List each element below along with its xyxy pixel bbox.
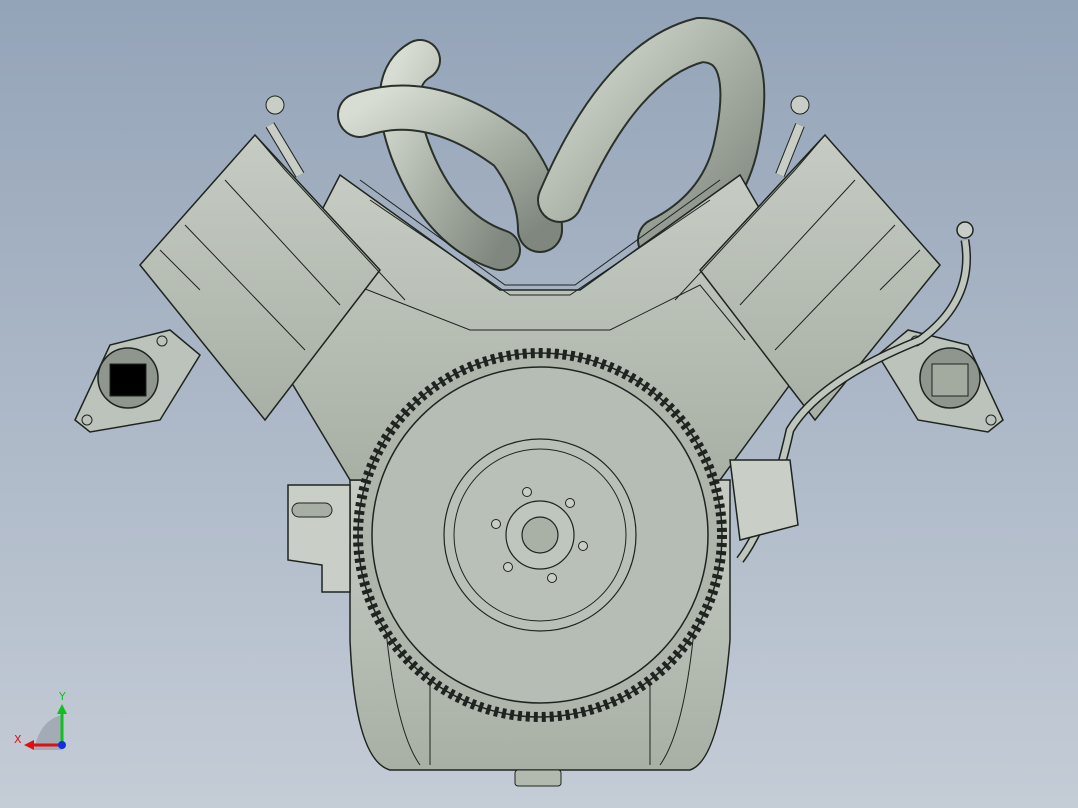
x-axis-head — [24, 740, 34, 750]
y-axis-label: Y — [58, 690, 66, 703]
x-axis-label: X — [14, 733, 22, 746]
y-axis-head — [57, 704, 67, 714]
drain-plug[interactable] — [514, 769, 562, 787]
flywheel[interactable] — [353, 348, 727, 722]
cad-viewport[interactable]: Y X — [0, 0, 1078, 808]
intake-flange-left[interactable] — [74, 329, 201, 433]
mount-bracket-left[interactable] — [287, 484, 351, 593]
mount-bracket-right[interactable] — [729, 459, 799, 541]
z-axis-dot — [58, 741, 66, 749]
coordinate-triad: Y X — [14, 690, 67, 750]
